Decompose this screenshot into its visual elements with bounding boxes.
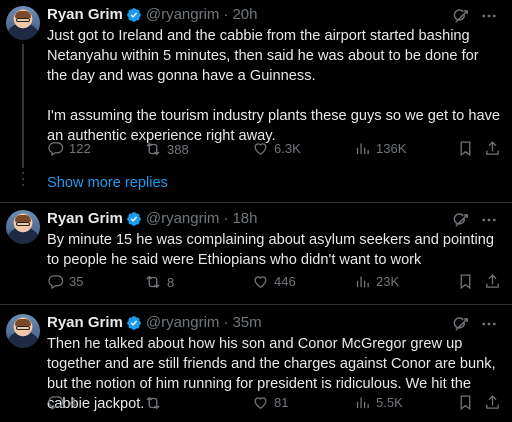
reply-icon (47, 394, 64, 411)
reply-button[interactable]: 4 (47, 394, 76, 411)
views-button[interactable]: 23K (354, 273, 399, 290)
divider (0, 202, 512, 203)
like-button[interactable]: 81 (252, 394, 288, 411)
reply-icon (47, 273, 64, 290)
thread-line-dotted (22, 184, 24, 186)
reply-icon (47, 140, 64, 157)
like-count: 446 (274, 274, 296, 289)
views-icon (354, 394, 371, 411)
repost-button[interactable]: 388 (144, 140, 189, 158)
share-button[interactable] (484, 273, 501, 290)
tweet[interactable]: Ryan Grim @ryangrim · 20h Just got to Ir… (0, 2, 512, 162)
heart-icon (252, 140, 269, 157)
like-count: 81 (274, 395, 289, 410)
avatar[interactable] (6, 314, 40, 348)
tweet-actions: 35 8 446 23K (47, 273, 504, 293)
divider (0, 304, 512, 305)
repost-icon (144, 394, 162, 412)
author-handle[interactable]: @ryangrim (146, 6, 220, 24)
avatar[interactable] (6, 210, 40, 244)
verified-badge-icon (126, 315, 142, 331)
like-count: 6.3K (274, 141, 301, 156)
repost-icon (144, 273, 162, 291)
author-handle[interactable]: @ryangrim (146, 314, 220, 332)
views-icon (354, 140, 371, 157)
author-name[interactable]: Ryan Grim (47, 210, 123, 228)
share-icon (484, 273, 501, 290)
timestamp[interactable]: 35m (232, 314, 261, 332)
reply-count: 122 (69, 141, 91, 156)
repost-count: 388 (167, 141, 189, 157)
author-handle[interactable]: @ryangrim (146, 210, 220, 228)
separator-dot: · (223, 314, 229, 331)
views-count: 136K (376, 141, 407, 156)
tweet-actions: 122 388 6.3K 136K (47, 140, 504, 160)
separator-dot: · (223, 210, 229, 227)
verified-badge-icon (126, 211, 142, 227)
share-icon (484, 140, 501, 157)
repost-icon (144, 140, 162, 158)
reply-button[interactable]: 122 (47, 140, 91, 157)
show-more-replies-link[interactable]: Show more replies (47, 175, 168, 191)
tweet-actions: 4 81 5.5K (47, 394, 504, 414)
reply-count: 35 (69, 274, 84, 289)
timestamp[interactable]: 20h (232, 6, 257, 24)
more-options-icon[interactable] (480, 7, 498, 25)
more-options-icon[interactable] (480, 211, 498, 229)
tweet-text: Just got to Ireland and the cabbie from … (47, 28, 500, 144)
separator-dot: · (223, 6, 229, 23)
avatar[interactable] (6, 6, 40, 40)
tweet[interactable]: Ryan Grim @ryangrim · 18h By minute 15 h… (0, 206, 512, 298)
views-button[interactable]: 136K (354, 140, 406, 157)
views-icon (354, 273, 371, 290)
tweet-header: Ryan Grim @ryangrim · 18h (47, 210, 257, 228)
tweet[interactable]: Ryan Grim @ryangrim · 35m Then he talked… (0, 310, 512, 420)
tweet-top-icons (453, 211, 498, 229)
reply-count: 4 (69, 395, 77, 410)
share-button[interactable] (484, 394, 501, 411)
bookmark-icon (457, 394, 474, 411)
grok-icon[interactable] (453, 212, 470, 229)
tweet-top-icons (453, 315, 498, 333)
bookmark-button[interactable] (457, 394, 474, 411)
repost-button[interactable]: 8 (144, 273, 174, 291)
tweet-header: Ryan Grim @ryangrim · 35m (47, 314, 262, 332)
verified-badge-icon (126, 7, 142, 23)
tweet-text: By minute 15 he was complaining about as… (47, 232, 499, 268)
views-count: 5.5K (376, 395, 403, 410)
repost-button[interactable] (144, 394, 167, 412)
thread-line-dotted (22, 172, 24, 174)
bookmark-button[interactable] (457, 140, 474, 157)
like-button[interactable]: 446 (252, 273, 296, 290)
bookmark-icon (457, 273, 474, 290)
tweet-top-icons (453, 7, 498, 25)
more-options-icon[interactable] (480, 315, 498, 333)
tweet-header: Ryan Grim @ryangrim · 20h (47, 6, 257, 24)
grok-icon[interactable] (453, 8, 470, 25)
bookmark-icon (457, 140, 474, 157)
views-button[interactable]: 5.5K (354, 394, 403, 411)
bookmark-button[interactable] (457, 273, 474, 290)
repost-count: 8 (167, 274, 175, 290)
author-name[interactable]: Ryan Grim (47, 314, 123, 332)
grok-icon[interactable] (453, 316, 470, 333)
author-name[interactable]: Ryan Grim (47, 6, 123, 24)
thread-line-dotted (22, 178, 24, 180)
heart-icon (252, 394, 269, 411)
reply-button[interactable]: 35 (47, 273, 83, 290)
like-button[interactable]: 6.3K (252, 140, 301, 157)
views-count: 23K (376, 274, 400, 289)
share-icon (484, 394, 501, 411)
share-button[interactable] (484, 140, 501, 157)
heart-icon (252, 273, 269, 290)
timestamp[interactable]: 18h (232, 210, 257, 228)
